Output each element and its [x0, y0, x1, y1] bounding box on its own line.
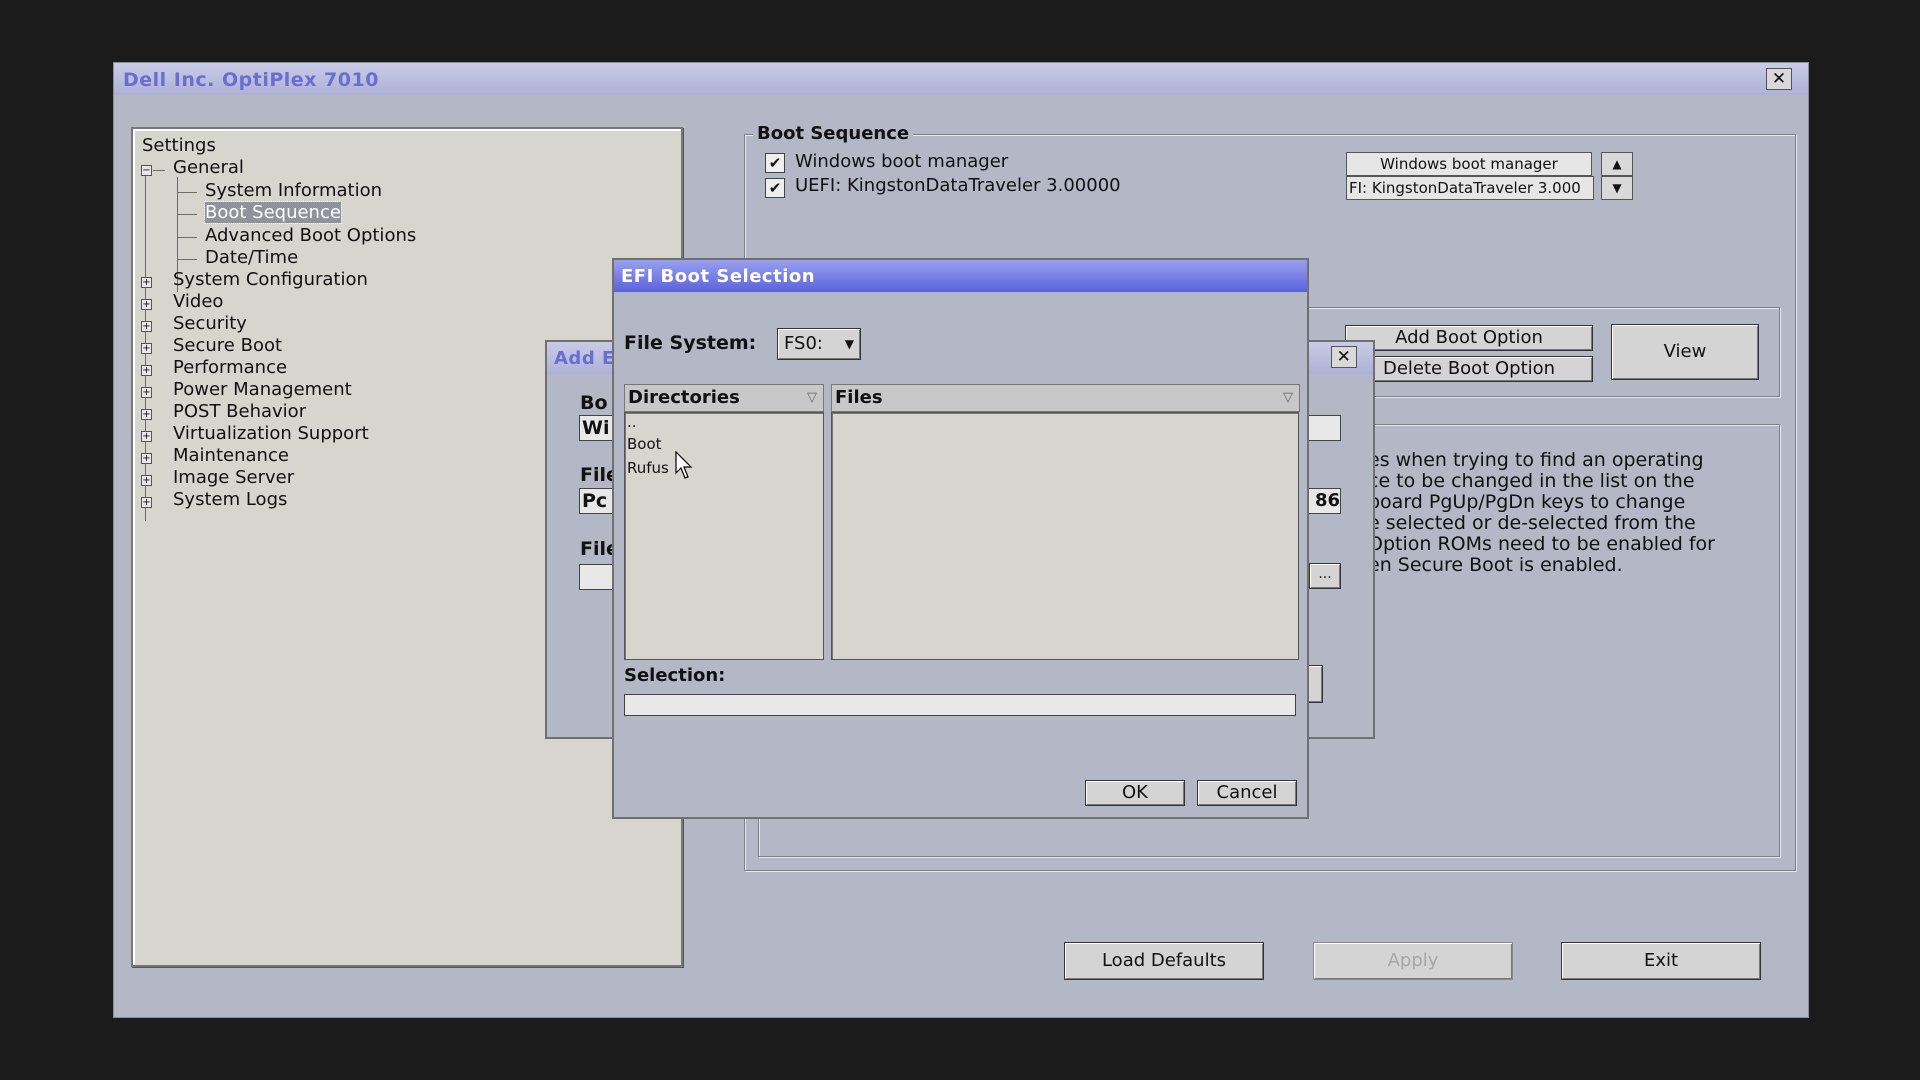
close-icon: ✕	[1771, 69, 1787, 89]
tree-item-general[interactable]: General	[173, 157, 244, 178]
arrow-up-icon: ▲	[1612, 157, 1622, 171]
expand-icon[interactable]: +	[141, 299, 152, 310]
boot-item-label: Windows boot manager	[795, 151, 1009, 172]
tree-item-virtualization-support[interactable]: Virtualization Support	[173, 423, 369, 444]
directory-item[interactable]: Rufus	[627, 459, 669, 477]
filter-icon: ▽	[1283, 390, 1293, 405]
add-dialog-button-edge[interactable]	[1307, 665, 1323, 703]
tree-item-system-information[interactable]: System Information	[205, 180, 382, 201]
boot-option-name-field-end[interactable]	[1307, 415, 1341, 441]
selection-field[interactable]	[624, 694, 1296, 716]
help-line: e selected or de-selected from the	[1368, 512, 1696, 534]
help-line: ce to be changed in the list on the	[1368, 470, 1695, 492]
expand-icon[interactable]: +	[141, 277, 152, 288]
expand-icon[interactable]: +	[141, 387, 152, 398]
cancel-button[interactable]: Cancel	[1197, 780, 1297, 806]
tree-item-boot-sequence[interactable]: Boot Sequence	[204, 201, 342, 224]
files-header: Files ▽	[831, 384, 1300, 412]
expand-icon[interactable]: +	[141, 497, 152, 508]
expand-icon[interactable]: +	[141, 475, 152, 486]
expand-icon[interactable]: +	[141, 365, 152, 376]
expand-icon[interactable]: +	[141, 431, 152, 442]
tree-item-security[interactable]: Security	[173, 313, 247, 334]
tree-item-performance[interactable]: Performance	[173, 357, 287, 378]
tree-item-post-behavior[interactable]: POST Behavior	[173, 401, 306, 422]
collapse-icon[interactable]: −	[141, 165, 152, 176]
tree-connector-line	[177, 192, 197, 193]
boot-order-item[interactable]: FI: KingstonDataTraveler 3.000	[1346, 176, 1594, 200]
view-button[interactable]: View	[1611, 324, 1759, 380]
close-icon: ✕	[1336, 347, 1352, 367]
close-add-dialog-button[interactable]: ✕	[1331, 346, 1357, 368]
tree-connector-line	[177, 214, 197, 215]
tree-item-power-management[interactable]: Power Management	[173, 379, 352, 400]
browse-button[interactable]: ...	[1309, 563, 1341, 589]
delete-boot-option-button[interactable]: Delete Boot Option	[1345, 356, 1593, 382]
exit-button[interactable]: Exit	[1561, 942, 1761, 980]
tree-item-secure-boot[interactable]: Secure Boot	[173, 335, 282, 356]
tree-item-image-server[interactable]: Image Server	[173, 467, 294, 488]
apply-button[interactable]: Apply	[1313, 942, 1513, 980]
chevron-down-icon: ▼	[844, 337, 854, 351]
help-line: en Secure Boot is enabled.	[1368, 554, 1623, 576]
file-system-value: FS0:	[784, 333, 823, 354]
tree-connector-line	[177, 259, 197, 260]
efi-dialog-title: EFI Boot Selection	[621, 266, 816, 287]
boot-item-label: UEFI: KingstonDataTraveler 3.00000	[795, 175, 1121, 196]
tree-connector-line	[153, 170, 165, 171]
help-line: es when trying to find an operating	[1368, 449, 1704, 471]
tree-item-date-time[interactable]: Date/Time	[205, 247, 298, 268]
tree-item-advanced-boot-options[interactable]: Advanced Boot Options	[205, 225, 416, 246]
load-defaults-button[interactable]: Load Defaults	[1064, 942, 1264, 980]
help-line: board PgUp/PgDn keys to change	[1368, 491, 1686, 513]
tree-item-video[interactable]: Video	[173, 291, 223, 312]
ok-button[interactable]: OK	[1085, 780, 1185, 806]
boot-option-name-label: Bo	[580, 392, 608, 414]
tree-item-maintenance[interactable]: Maintenance	[173, 445, 289, 466]
help-line: Option ROMs need to be enabled for	[1368, 533, 1715, 555]
add-dialog-title: Add E	[554, 348, 615, 369]
mouse-cursor-icon	[675, 451, 693, 479]
tree-connector-line	[177, 237, 197, 238]
expand-icon[interactable]: +	[141, 409, 152, 420]
expand-icon[interactable]: +	[141, 453, 152, 464]
tree-root-settings[interactable]: Settings	[142, 135, 216, 156]
file-system-label: File System:	[624, 332, 757, 354]
file-system-dropdown[interactable]: FS0: ▼	[777, 328, 861, 360]
efi-boot-selection-dialog: EFI Boot Selection File System: FS0: ▼ D…	[612, 258, 1309, 819]
move-up-button[interactable]: ▲	[1601, 152, 1633, 176]
close-window-button[interactable]: ✕	[1766, 68, 1792, 90]
tree-item-system-logs[interactable]: System Logs	[173, 489, 287, 510]
title-bar: Dell Inc. OptiPlex 7010 ✕	[114, 63, 1808, 95]
window-title: Dell Inc. OptiPlex 7010	[123, 69, 379, 91]
tree-item-system-configuration[interactable]: System Configuration	[173, 269, 368, 290]
boot-sequence-legend: Boot Sequence	[753, 123, 914, 144]
file-system-field-end[interactable]: 86	[1307, 488, 1341, 514]
directory-item[interactable]: ..	[627, 413, 637, 431]
directories-list[interactable]: .. Boot Rufus	[624, 412, 824, 660]
expand-icon[interactable]: +	[141, 343, 152, 354]
files-list[interactable]	[831, 412, 1299, 660]
expand-icon[interactable]: +	[141, 321, 152, 332]
directories-header: Directories ▽	[624, 384, 824, 412]
efi-dialog-title-bar: EFI Boot Selection	[614, 260, 1307, 292]
checkbox-uefi-kingston[interactable]: ✔	[765, 178, 785, 198]
directory-item[interactable]: Boot	[627, 435, 662, 453]
files-header-label: Files	[835, 387, 883, 408]
directories-header-label: Directories	[628, 387, 740, 408]
filter-icon: ▽	[807, 390, 817, 405]
boot-order-item[interactable]: Windows boot manager	[1346, 152, 1592, 176]
move-down-button[interactable]: ▼	[1601, 176, 1633, 200]
arrow-down-icon: ▼	[1612, 181, 1622, 195]
add-boot-option-button[interactable]: Add Boot Option	[1345, 325, 1593, 351]
checkbox-windows-boot-manager[interactable]: ✔	[765, 153, 785, 173]
selection-label: Selection:	[624, 665, 726, 686]
